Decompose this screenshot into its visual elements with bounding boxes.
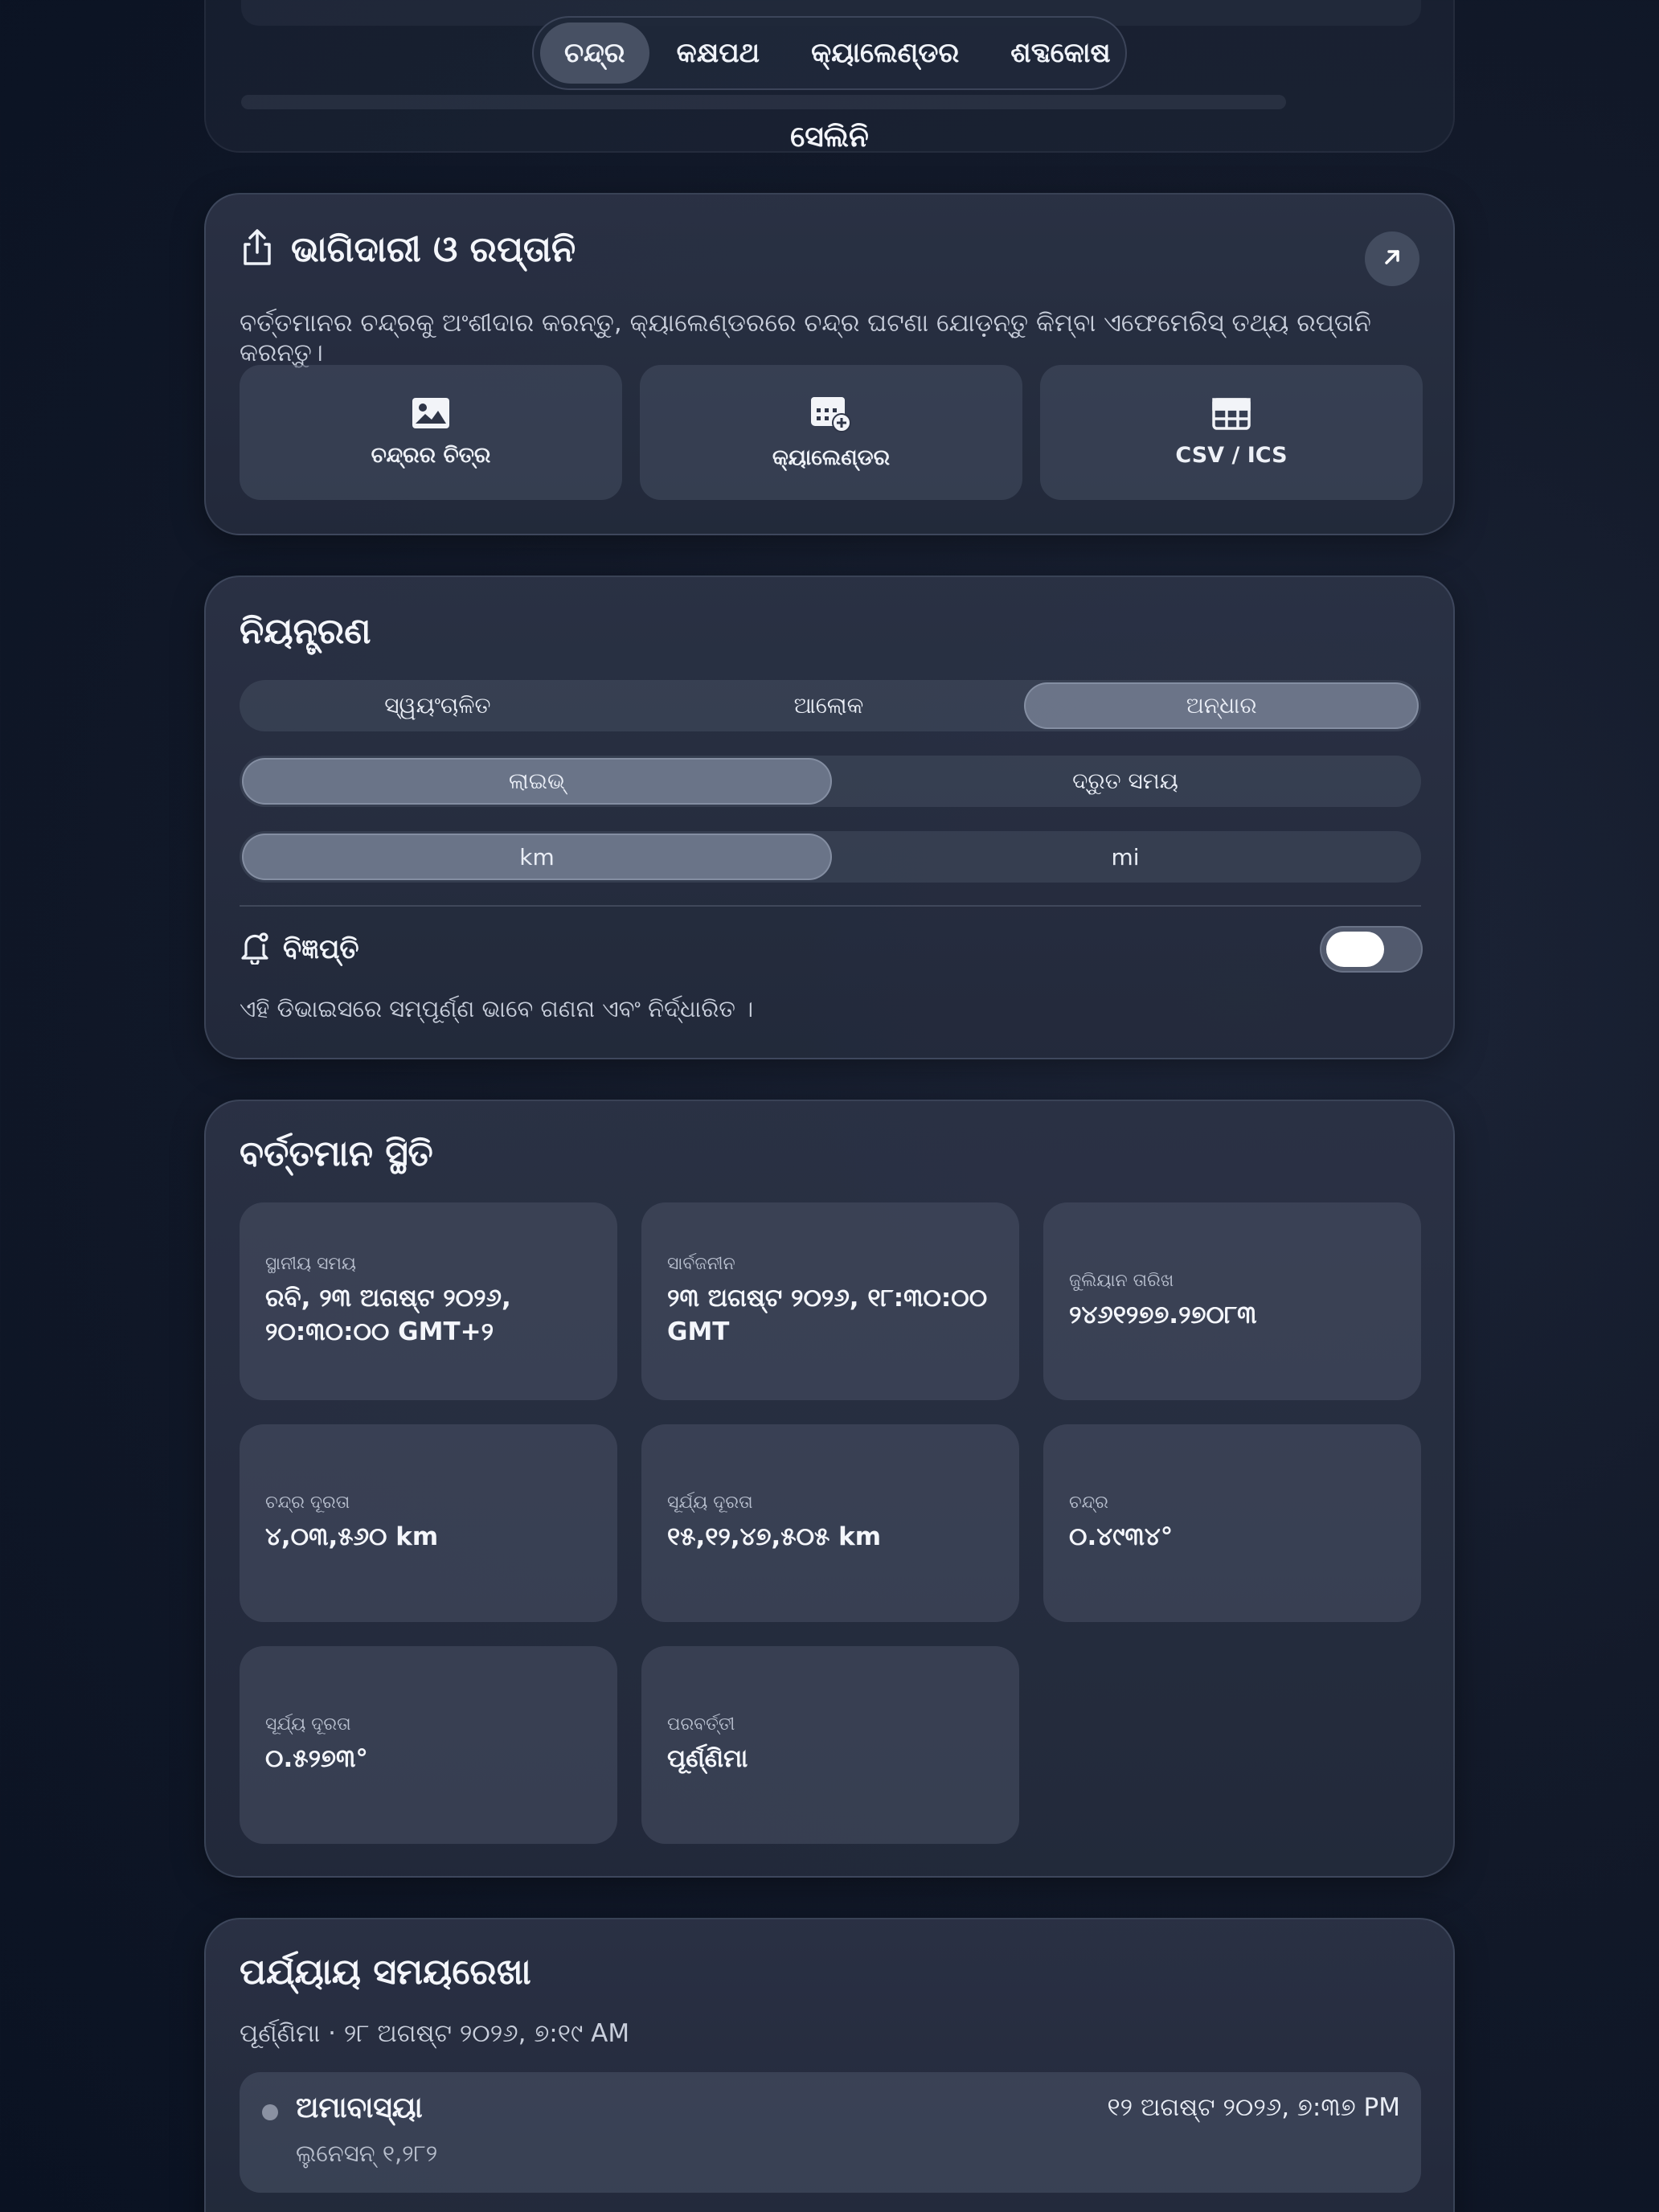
stat-value: ୦.୫୨୭୩° [265,1743,368,1773]
export-csv-ics-button[interactable]: CSV / ICS [1040,365,1423,500]
stat-local-time: ସ୍ଥାନୀୟ ସମୟ ରବି, ୨୩ ଅଗଷ୍ଟ ୨୦୨୬, ୨୦:୩୦:୦୦… [240,1202,617,1400]
share-export-card: ଭାଗିଦାରୀ ଓ ରପ୍ତାନି ବର୍ତ୍ତମାନର ଚନ୍ଦ୍ରକୁ ଅ… [204,193,1455,535]
app-title: ସେଲିନି [790,121,869,154]
background-text-line [241,95,1286,109]
event-lunation: ଲୁନେସନ୍ ୧,୨୮୨ [296,2140,438,2167]
share-title: ଭାଗିଦାରୀ ଓ ରପ୍ତାନି [291,228,576,270]
notifications-label: ବିଜ୍ଞପ୍ତି [283,933,359,965]
stat-moon-distance: ଚନ୍ଦ୍ର ଦୂରତା ୪,୦୩,୫୬୦ km [240,1424,617,1622]
theme-selector: ସ୍ୱୟଂଚାଳିତ ଆଲୋକ ଅନ୍ଧାର [240,680,1421,731]
stat-value: ୦.୪୯୩୪° [1069,1522,1174,1551]
stat-moon-angular: ଚନ୍ଦ୍ର ୦.୪୯୩୪° [1043,1424,1421,1622]
stat-label: ପରବର୍ତ୍ତୀ [667,1714,735,1735]
export-calendar-button[interactable]: କ୍ୟାଲେଣ୍ଡର [640,365,1022,500]
timeline-title: ପର୍ଯ୍ୟାୟ ସମୟରେଖା [240,1952,531,1993]
mode-option-live[interactable]: ଲାଇଭ୍ [242,758,832,805]
share-description: ବର୍ତ୍ତମାନର ଚନ୍ଦ୍ରକୁ ଅଂଶୀଦାର କରନ୍ତୁ, କ୍ୟା… [240,309,1371,367]
share-icon [240,228,275,270]
stat-value: ୨୩ ଅଗଷ୍ଟ ୨୦୨୬, ୧୮:୩୦:୦୦ GMT [667,1283,988,1346]
tab-moon[interactable]: ଚନ୍ଦ୍ର [540,23,649,84]
export-moon-image-button[interactable]: ଚନ୍ଦ୍ରର ଚିତ୍ର [240,365,622,500]
unit-selector: km mi [240,831,1421,883]
stat-sun-angular: ସୂର୍ଯ୍ୟ ଦୂରତା ୦.୫୨୭୩° [240,1646,617,1844]
theme-option-dark[interactable]: ଅନ୍ଧାର [1024,682,1419,729]
stat-label: ଜୁଲିୟାନ ତାରିଖ [1069,1270,1174,1291]
phase-timeline-card: ପର୍ଯ୍ୟାୟ ସମୟରେଖା ପୂର୍ଣ୍ଣିମା · ୨୮ ଅଗଷ୍ଟ ୨… [204,1918,1455,2212]
notifications-toggle[interactable] [1320,926,1423,973]
stat-label: ଚନ୍ଦ୍ର ଦୂରତା [265,1492,350,1513]
stat-julian-date: ଜୁଲିୟାନ ତାରିଖ ୨୪୬୧୨୭୭.୨୭୦୮୩ [1043,1202,1421,1400]
stat-label: ସ୍ଥାନୀୟ ସମୟ [265,1253,357,1274]
stat-next-phase: ପରବର୍ତ୍ତୀ ପୂର୍ଣ୍ଣିମା [641,1646,1019,1844]
open-external-button[interactable] [1365,231,1419,286]
stat-universal-time: ସାର୍ବଜନୀନ ୨୩ ଅଗଷ୍ଟ ୨୦୨୬, ୧୮:୩୦:୦୦ GMT [641,1202,1019,1400]
divider [240,905,1421,907]
stat-label: ଚନ୍ଦ୍ର [1069,1492,1108,1513]
notifications-row: ବିଜ୍ଞପ୍ତି [240,931,359,968]
stat-value: ରବି, ୨୩ ଅଗଷ୍ଟ ୨୦୨୬, ୨୦:୩୦:୦୦ GMT+୨ [265,1283,511,1346]
share-header: ଭାଗିଦାରୀ ଓ ରପ୍ତାନି [240,228,576,270]
stat-value: ପୂର୍ଣ୍ଣିମା [667,1743,748,1773]
top-nav: ଚନ୍ଦ୍ର କକ୍ଷପଥ କ୍ୟାଲେଣ୍ଡର ଶବ୍ଦକୋଷ [532,16,1127,90]
theme-option-light[interactable]: ଆଲୋକ [633,682,1025,729]
stat-sun-distance: ସୂର୍ଯ୍ୟ ଦୂରତା ୧୫,୧୨,୪୭,୫୦୫ km [641,1424,1019,1622]
stat-label: ସୂର୍ଯ୍ୟ ଦୂରତା [265,1714,351,1735]
stat-value: ୨୪୬୧୨୭୭.୨୭୦୮୩ [1069,1300,1257,1329]
event-dot-icon [262,2104,278,2120]
tile-label: ଚନ୍ଦ୍ରର ଚିତ୍ର [371,443,491,468]
status-title: ବର୍ତ୍ତମାନ ସ୍ଥିତି [240,1133,433,1174]
image-icon [411,396,451,433]
bell-icon [240,931,270,968]
tile-label: କ୍ୟାଲେଣ୍ଡର [772,445,891,470]
tab-orbit[interactable]: କକ୍ଷପଥ [653,23,784,84]
timeline-subtitle: ପୂର୍ଣ୍ଣିମା · ୨୮ ଅଗଷ୍ଟ ୨୦୨୬, ୭:୧୯ AM [240,2019,630,2048]
controls-title: ନିୟନ୍ତ୍ରଣ [240,611,371,652]
timeline-event[interactable]: ଅମାବାସ୍ୟା ଲୁନେସନ୍ ୧,୨୮୨ ୧୨ ଅଗଷ୍ଟ ୨୦୨୬, ୭… [240,2072,1421,2193]
tab-glossary[interactable]: ଶବ୍ଦକୋଷ [986,23,1134,84]
tab-calendar[interactable]: କ୍ୟାଲେଣ୍ଡର [787,23,983,84]
current-status-card: ବର୍ତ୍ତମାନ ସ୍ଥିତି ସ୍ଥାନୀୟ ସମୟ ରବି, ୨୩ ଅଗଷ… [204,1100,1455,1878]
stat-value: ୧୫,୧୨,୪୭,୫୦୫ km [667,1522,882,1551]
stat-label: ସୂର୍ଯ୍ୟ ଦୂରତା [667,1492,753,1513]
theme-option-auto[interactable]: ସ୍ୱୟଂଚାଳିତ [242,682,633,729]
time-mode-selector: ଲାଇଭ୍ ଦ୍ରୁତ ସମୟ [240,756,1421,807]
unit-option-mi[interactable]: mi [832,834,1419,880]
tile-label: CSV / ICS [1175,442,1288,468]
arrow-up-right-icon [1380,245,1404,272]
stat-value: ୪,୦୩,୫୬୦ km [265,1522,439,1551]
unit-option-km[interactable]: km [242,834,832,880]
toggle-knob [1326,932,1384,967]
controls-note: ଏହି ଡିଭାଇସରେ ସମ୍ପୂର୍ଣ୍ଣ ଭାବେ ଗଣନା ଏବଂ ନି… [240,995,754,1022]
controls-card: ନିୟନ୍ତ୍ରଣ ସ୍ୱୟଂଚାଳିତ ଆଲୋକ ଅନ୍ଧାର ଲାଇଭ୍ ଦ… [204,576,1455,1059]
mode-option-fast-time[interactable]: ଦ୍ରୁତ ସମୟ [832,758,1419,805]
table-icon [1212,397,1251,433]
calendar-add-icon [809,394,853,436]
stat-label: ସାର୍ବଜନୀନ [667,1253,735,1274]
event-date: ୧୨ ଅଗଷ୍ଟ ୨୦୨୬, ୭:୩୭ PM [1107,2093,1400,2122]
event-name: ଅମାବାସ୍ୟା [296,2091,423,2124]
